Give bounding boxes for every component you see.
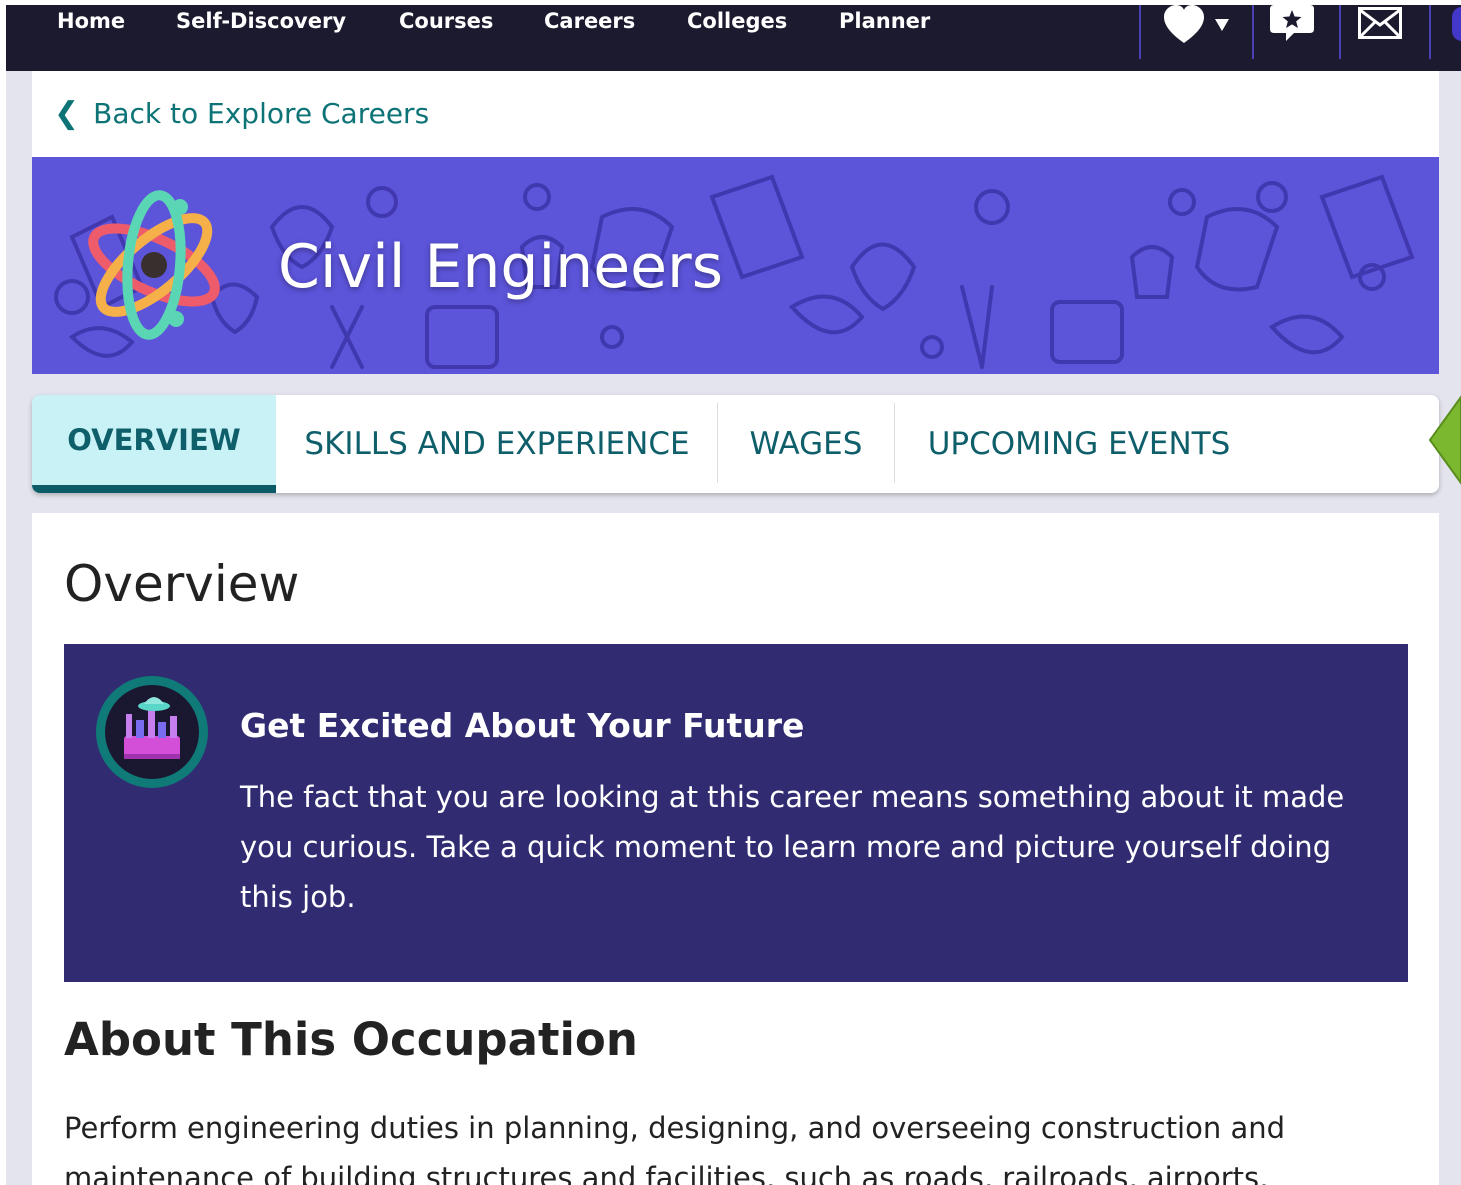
tab-wages[interactable]: WAGES [718, 395, 894, 493]
tab-skills-and-experience[interactable]: SKILLS AND EXPERIENCE [276, 395, 718, 493]
nav-divider [1139, 5, 1141, 59]
nav-courses[interactable]: Courses [399, 9, 493, 33]
nav-home[interactable]: Home [57, 9, 125, 33]
app-frame: Home Self-Discovery Courses Careers Coll… [6, 5, 1461, 1185]
nav-divider [1429, 5, 1431, 59]
chevron-left-icon: ❮ [54, 95, 80, 131]
atom-icon [84, 187, 224, 346]
tab-upcoming-events[interactable]: UPCOMING EVENTS [895, 395, 1263, 493]
back-to-explore-careers-link[interactable]: ❮ Back to Explore Careers [54, 97, 429, 130]
nav-colleges[interactable]: Colleges [687, 9, 787, 33]
back-bar: ❮ Back to Explore Careers [32, 71, 1439, 157]
favorites-star-icon[interactable] [1270, 5, 1316, 49]
nav-divider [1339, 5, 1341, 59]
career-title: Civil Engineers [278, 232, 723, 302]
about-occupation-text: Perform engineering duties in planning, … [64, 1111, 1286, 1185]
callout-title: Get Excited About Your Future [240, 706, 805, 745]
back-link-label: Back to Explore Careers [93, 97, 430, 130]
tab-overview[interactable]: OVERVIEW [32, 395, 276, 493]
mail-icon[interactable] [1358, 7, 1402, 43]
banner-doodle-pattern [54, 174, 1415, 369]
callout-body: The fact that you are looking at this ca… [240, 780, 1345, 914]
about-occupation-heading: About This Occupation [64, 1013, 638, 1066]
career-tabs: OVERVIEW SKILLS AND EXPERIENCE WAGES UPC… [32, 395, 1439, 493]
nav-self-discovery[interactable]: Self-Discovery [176, 9, 346, 33]
future-city-icon [94, 674, 210, 794]
career-banner: Civil Engineers [32, 157, 1439, 374]
nav-planner[interactable]: Planner [839, 9, 930, 33]
get-excited-callout: Get Excited About Your Future The fact t… [64, 644, 1408, 982]
heart-dropdown-icon[interactable] [1162, 5, 1234, 51]
avatar-icon[interactable] [1452, 7, 1461, 41]
nav-divider [1252, 5, 1254, 59]
nav-careers[interactable]: Careers [544, 9, 635, 33]
green-pointer-icon [1428, 395, 1461, 489]
overview-section: Overview Get Excited About Your Future T… [32, 513, 1439, 1185]
top-nav: Home Self-Discovery Courses Careers Coll… [6, 5, 1461, 71]
overview-heading: Overview [64, 555, 300, 613]
